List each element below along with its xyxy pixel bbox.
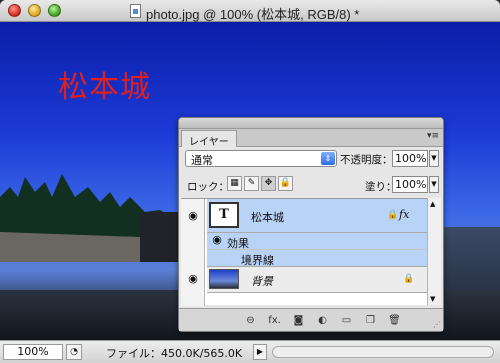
resize-grip-icon[interactable]: ⋰	[433, 320, 441, 329]
panel-tab-bar: レイヤー ▾≡	[179, 129, 443, 148]
link-icon[interactable]: ⊖	[243, 314, 258, 327]
document-icon	[130, 4, 141, 18]
castle-trees-graphic	[0, 174, 200, 262]
layer-row-background[interactable]	[207, 267, 427, 293]
tab-layers[interactable]: レイヤー	[181, 130, 237, 148]
effects-eye-icon[interactable]: ◉	[209, 233, 225, 249]
lock-all-icon[interactable]: 🔒	[278, 176, 293, 191]
status-menu-arrow-icon[interactable]: ▶	[253, 344, 267, 360]
effects-label: 効果	[227, 237, 249, 250]
eye-icon[interactable]: ◉	[185, 209, 201, 225]
panel-header[interactable]	[179, 118, 443, 129]
lock-options: ▦ ✎ ✥ 🔒	[227, 176, 293, 191]
zoom-input[interactable]: 100%	[3, 344, 63, 360]
mask-icon[interactable]: ◙	[291, 314, 306, 327]
canvas-text-layer: 松本城	[58, 70, 151, 105]
file-size-info: ファイル：450.0K/565.0K	[106, 347, 243, 360]
background-eye-icon[interactable]: ◉	[185, 272, 201, 288]
effect-stroke-label: 境界線	[241, 254, 274, 267]
title-bar: photo.jpg @ 100% (松本城, RGB/8) *	[0, 0, 500, 22]
fill-input[interactable]: 100%	[392, 176, 428, 193]
trash-icon[interactable]: 🗑	[387, 314, 402, 327]
layer-fx-icon[interactable]: fx	[399, 208, 409, 221]
horizontal-scrollbar[interactable]	[272, 346, 494, 358]
status-info-icon[interactable]: ◔	[66, 344, 82, 360]
background-layer-name[interactable]: 背景	[251, 273, 273, 289]
panel-footer-toolbar: ⊖ fx. ◙ ◐ ▭ ❐ 🗑 ⋰	[179, 308, 443, 331]
background-lock-icon: 🔒	[403, 274, 415, 284]
zoom-window-button[interactable]	[48, 4, 61, 17]
chevron-updown-icon: ⇕	[321, 152, 335, 165]
blend-mode-select[interactable]: 通常 ⇕	[185, 150, 337, 167]
layer-effect-item-row[interactable]	[207, 250, 427, 267]
fill-dropdown-button[interactable]: ▼	[429, 176, 439, 193]
lock-label: ロック：	[187, 181, 229, 193]
adjustment-icon[interactable]: ◐	[315, 314, 330, 327]
text-layer-thumbnail: T	[209, 202, 239, 228]
status-bar: 100% ◔ ファイル：450.0K/565.0K ▶	[0, 340, 500, 363]
minimize-window-button[interactable]	[28, 4, 41, 17]
layers-list: ◉ T 松本城 🔒 fx ◉ 効果 境界線 ◉ 背景 🔒	[181, 198, 427, 306]
opacity-input[interactable]: 100%	[392, 150, 428, 167]
new-layer-icon[interactable]: ❐	[363, 314, 378, 327]
blend-mode-value: 通常	[191, 154, 213, 167]
layer-name[interactable]: 松本城	[251, 209, 284, 225]
scroll-down-icon[interactable]: ▼	[430, 295, 435, 303]
lock-pixels-icon[interactable]: ✎	[244, 176, 259, 191]
lock-icon: 🔒	[387, 210, 399, 220]
lock-transparency-icon[interactable]: ▦	[227, 176, 242, 191]
photoshop-window: photo.jpg @ 100% (松本城, RGB/8) * 松本城 レイヤー…	[0, 0, 500, 363]
window-title: photo.jpg @ 100% (松本城, RGB/8) *	[146, 7, 360, 22]
opacity-label: 不透明度：	[340, 154, 393, 166]
lock-position-icon[interactable]: ✥	[261, 176, 276, 191]
fx-icon[interactable]: fx.	[267, 314, 282, 327]
layers-panel: レイヤー ▾≡ 通常 ⇕ 不透明度： 100% ▼ ロック： ▦ ✎ ✥ 🔒 塗…	[178, 117, 444, 332]
panel-menu-icon[interactable]: ▾≡	[427, 131, 439, 141]
opacity-dropdown-button[interactable]: ▼	[429, 150, 439, 167]
layers-scrollbar[interactable]: ▲ ▼	[427, 198, 441, 305]
close-window-button[interactable]	[8, 4, 21, 17]
background-layer-thumbnail	[209, 269, 239, 289]
group-icon[interactable]: ▭	[339, 314, 354, 327]
scroll-up-icon[interactable]: ▲	[430, 200, 435, 208]
